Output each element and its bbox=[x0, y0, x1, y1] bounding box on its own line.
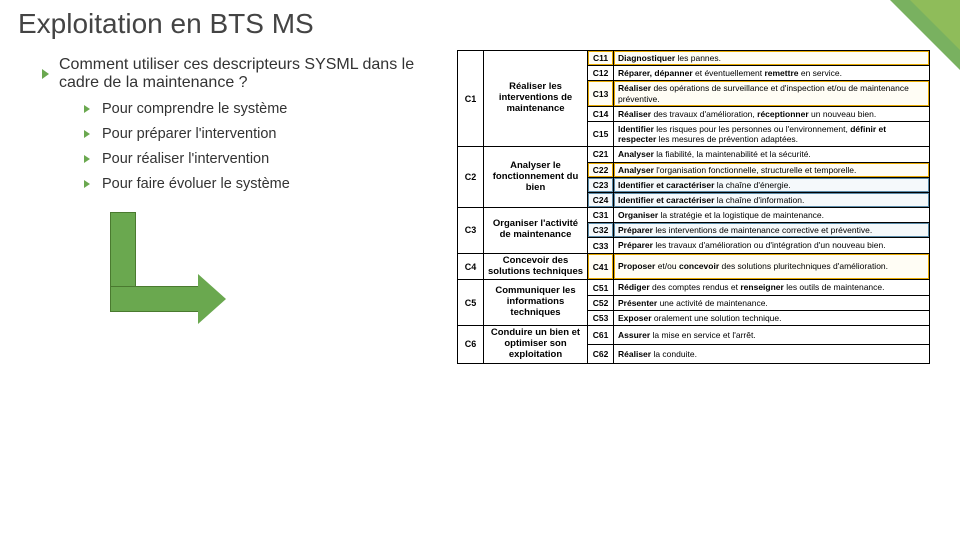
content-area: Comment utiliser ces descripteurs SYSML … bbox=[0, 40, 960, 364]
bullet-item: Pour comprendre le système bbox=[84, 101, 449, 117]
group-code: C6 bbox=[458, 326, 484, 364]
table-row: C6Conduire un bien et optimiser son expl… bbox=[458, 326, 930, 345]
row-desc: Diagnostiquer les pannes. bbox=[614, 51, 930, 66]
group-code: C3 bbox=[458, 208, 484, 254]
row-code: C22 bbox=[588, 162, 614, 177]
row-desc: Réaliser des opérations de surveillance … bbox=[614, 81, 930, 106]
group-code: C1 bbox=[458, 51, 484, 147]
row-code: C32 bbox=[588, 223, 614, 238]
row-code: C11 bbox=[588, 51, 614, 66]
row-desc: Rédiger des comptes rendus et renseigner… bbox=[614, 280, 930, 295]
row-code: C15 bbox=[588, 121, 614, 146]
row-code: C21 bbox=[588, 147, 614, 162]
group-label: Organiser l'activité de maintenance bbox=[484, 208, 588, 254]
row-desc: Assurer la mise en service et l'arrêt. bbox=[614, 326, 930, 345]
row-code: C31 bbox=[588, 208, 614, 223]
group-label: Concevoir des solutions techniques bbox=[484, 253, 588, 280]
row-desc: Réparer, dépanner et éventuellement reme… bbox=[614, 66, 930, 81]
table-row: C2Analyser le fonctionnement du bienC21A… bbox=[458, 147, 930, 162]
row-code: C12 bbox=[588, 66, 614, 81]
row-desc: Réaliser la conduite. bbox=[614, 344, 930, 363]
row-desc: Identifier et caractériser la chaîne d'i… bbox=[614, 192, 930, 207]
row-code: C24 bbox=[588, 192, 614, 207]
row-desc: Préparer les interventions de maintenanc… bbox=[614, 223, 930, 238]
row-desc: Identifier les risques pour les personne… bbox=[614, 121, 930, 146]
row-desc: Proposer et/ou concevoir des solutions p… bbox=[614, 253, 930, 280]
arrow-graphic bbox=[110, 212, 220, 342]
left-column: Comment utiliser ces descripteurs SYSML … bbox=[30, 50, 449, 364]
row-code: C13 bbox=[588, 81, 614, 106]
row-desc: Identifier et caractériser la chaîne d'é… bbox=[614, 177, 930, 192]
page-title: Exploitation en BTS MS bbox=[0, 0, 960, 40]
row-desc: Exposer oralement une solution technique… bbox=[614, 310, 930, 325]
row-desc: Analyser la fiabilité, la maintenabilité… bbox=[614, 147, 930, 162]
bullet-item: Pour faire évoluer le système bbox=[84, 176, 449, 192]
bullet-item: Pour réaliser l'intervention bbox=[84, 151, 449, 167]
group-label: Communiquer les informations techniques bbox=[484, 280, 588, 326]
row-code: C14 bbox=[588, 106, 614, 121]
table-row: C3Organiser l'activité de maintenanceC31… bbox=[458, 208, 930, 223]
row-desc: Analyser l'organisation fonctionnelle, s… bbox=[614, 162, 930, 177]
main-question: Comment utiliser ces descripteurs SYSML … bbox=[42, 56, 449, 92]
group-label: Réaliser les interventions de maintenanc… bbox=[484, 51, 588, 147]
row-code: C51 bbox=[588, 280, 614, 295]
competency-table: C1Réaliser les interventions de maintena… bbox=[457, 50, 930, 364]
competency-panel: C1Réaliser les interventions de maintena… bbox=[457, 50, 930, 364]
group-label: Analyser le fonctionnement du bien bbox=[484, 147, 588, 208]
row-desc: Préparer les travaux d'amélioration ou d… bbox=[614, 238, 930, 253]
corner-decoration-inner bbox=[910, 0, 960, 50]
bullet-list: Pour comprendre le système Pour préparer … bbox=[84, 101, 449, 192]
row-code: C52 bbox=[588, 295, 614, 310]
row-code: C33 bbox=[588, 238, 614, 253]
bullet-item: Pour préparer l'intervention bbox=[84, 126, 449, 142]
table-row: C5Communiquer les informations technique… bbox=[458, 280, 930, 295]
row-code: C61 bbox=[588, 326, 614, 345]
row-code: C62 bbox=[588, 344, 614, 363]
row-desc: Organiser la stratégie et la logistique … bbox=[614, 208, 930, 223]
table-row: C1Réaliser les interventions de maintena… bbox=[458, 51, 930, 66]
row-code: C41 bbox=[588, 253, 614, 280]
table-row: C4Concevoir des solutions techniquesC41P… bbox=[458, 253, 930, 280]
group-code: C5 bbox=[458, 280, 484, 326]
group-code: C4 bbox=[458, 253, 484, 280]
row-code: C23 bbox=[588, 177, 614, 192]
group-label: Conduire un bien et optimiser son exploi… bbox=[484, 326, 588, 364]
row-desc: Réaliser des travaux d'amélioration, réc… bbox=[614, 106, 930, 121]
row-desc: Présenter une activité de maintenance. bbox=[614, 295, 930, 310]
group-code: C2 bbox=[458, 147, 484, 208]
row-code: C53 bbox=[588, 310, 614, 325]
